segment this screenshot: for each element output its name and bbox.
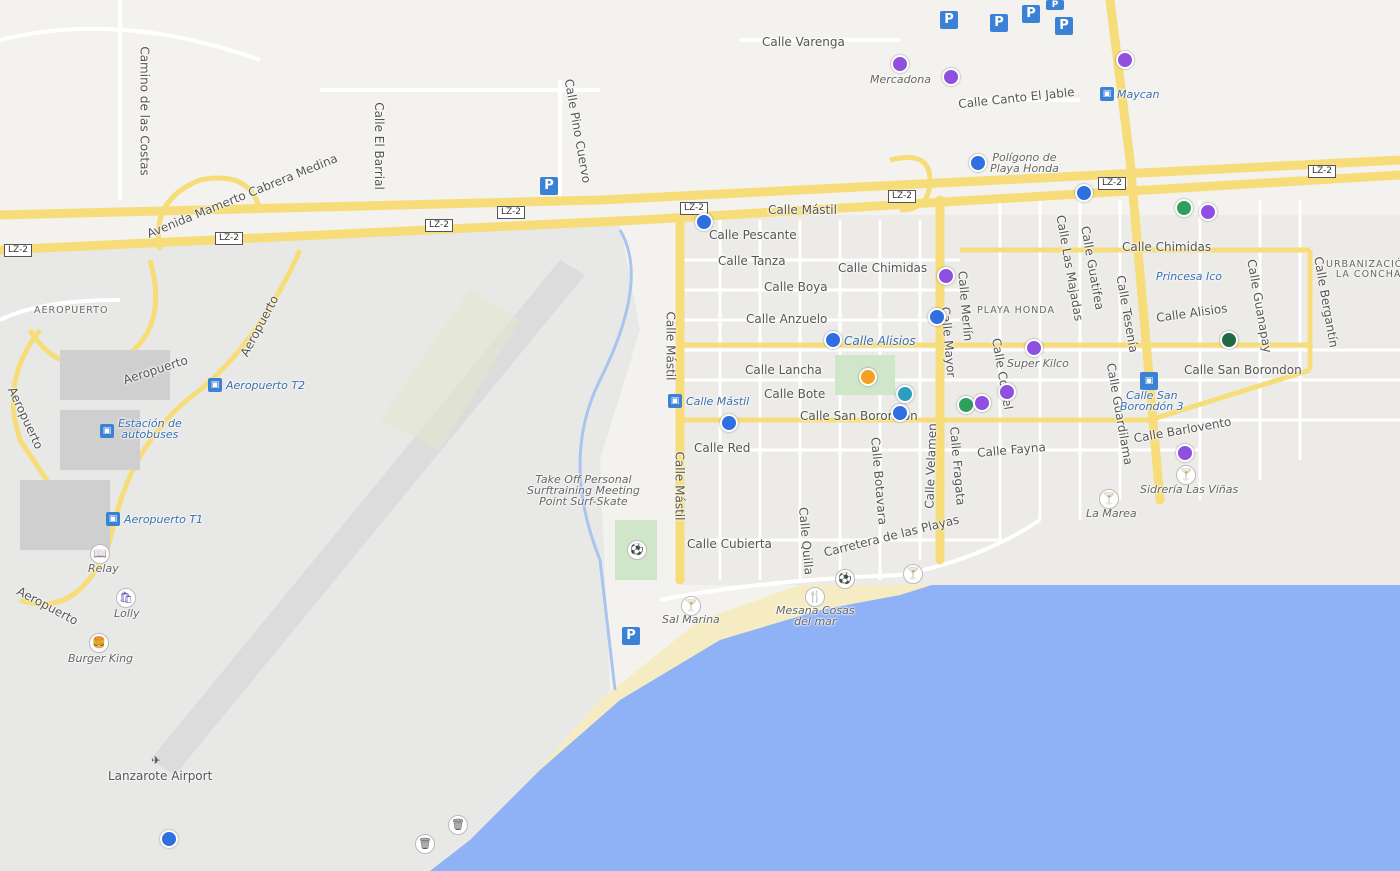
location-marker[interactable] — [859, 368, 877, 386]
bus-stop-icon[interactable]: ▣ — [668, 394, 682, 408]
location-marker[interactable] — [998, 383, 1016, 401]
street-label: Calle Lancha — [745, 363, 822, 377]
street-label: Calle Boya — [764, 280, 828, 294]
poi-label[interactable]: Mercadona — [870, 74, 931, 85]
waste-basket-icon[interactable]: 🗑 — [415, 834, 435, 854]
location-marker[interactable] — [1025, 339, 1043, 357]
location-marker[interactable] — [928, 308, 946, 326]
street-label: Calle Varenga — [762, 35, 845, 49]
bus-stop-icon[interactable]: ▣ — [208, 378, 222, 392]
bar-icon[interactable]: 🍸 — [1099, 489, 1119, 509]
parking-icon[interactable]: P — [1022, 5, 1040, 23]
road-shield: LZ-2 — [497, 206, 525, 219]
parking-icon[interactable]: P — [940, 11, 958, 29]
poi-label[interactable]: La Marea — [1086, 508, 1137, 519]
location-marker[interactable] — [942, 68, 960, 86]
road-shield: LZ-2 — [425, 219, 453, 232]
street-label: Calle Chimidas — [1122, 240, 1212, 254]
bus-stop-icon[interactable]: ▣ — [100, 424, 114, 438]
parking-icon[interactable]: P — [540, 177, 558, 195]
parking-icon[interactable]: P — [1055, 17, 1073, 35]
waste-basket-icon[interactable]: 🗑 — [448, 815, 468, 835]
location-marker[interactable] — [973, 394, 991, 412]
road-shield: LZ-2 — [888, 190, 916, 203]
bar-icon[interactable]: 🍸 — [681, 596, 701, 616]
area-label: AEROPUERTO — [34, 305, 109, 316]
location-marker[interactable] — [891, 404, 909, 422]
location-marker[interactable] — [1199, 203, 1217, 221]
street-label: Camino de las Costas — [137, 46, 152, 176]
street-label: Calle Mástil — [768, 203, 837, 217]
poi-label[interactable]: Sidrería Las Viñas — [1140, 484, 1238, 495]
bus-stop-icon[interactable]: ▣ — [106, 512, 120, 526]
street-label: Calle Cubierta — [687, 537, 772, 551]
transit-label: Aeropuerto T2 — [226, 379, 306, 392]
map-canvas[interactable]: LZ-2 LZ-2 LZ-2 LZ-2 LZ-2 LZ-2 LZ-2 LZ-2 … — [0, 0, 1400, 871]
location-marker[interactable] — [891, 55, 909, 73]
street-label: Calle Bote — [764, 387, 826, 401]
restaurant-icon[interactable]: 🍴 — [805, 587, 825, 607]
poi-label[interactable]: Super Kilco — [1007, 358, 1069, 369]
bar-icon[interactable]: 🍸 — [903, 564, 923, 584]
street-label: Calle Red — [694, 441, 751, 455]
location-marker[interactable] — [160, 830, 178, 848]
parking-icon[interactable]: P — [622, 627, 640, 645]
street-label: Calle El Barrial — [371, 102, 386, 190]
street-label: Calle Pescante — [709, 228, 797, 242]
poi-label[interactable]: Lanzarote Airport — [108, 770, 212, 782]
street-label: Calle Chimidas — [838, 261, 928, 275]
bus-stop-icon[interactable]: ▣ — [1100, 87, 1114, 101]
street-label: Calle Mástil — [663, 311, 678, 381]
bus-stop-icon[interactable]: ▣ — [1140, 372, 1158, 390]
location-marker[interactable] — [896, 385, 914, 403]
transit-label: Calle Mástil — [686, 395, 750, 408]
book-icon[interactable]: 📖 — [90, 544, 110, 564]
location-marker[interactable] — [1175, 199, 1193, 217]
street-label: Calle Tanza — [718, 254, 786, 268]
poi-label[interactable]: Lolly — [114, 608, 139, 619]
location-marker[interactable] — [695, 213, 713, 231]
area-label: PLAYA HONDA — [977, 305, 1055, 316]
street-label: Calle Alisios — [844, 334, 916, 348]
location-marker[interactable] — [937, 267, 955, 285]
location-marker[interactable] — [720, 414, 738, 432]
parking-icon[interactable]: P — [1046, 0, 1064, 10]
poi-label[interactable]: Take Off Personal Surftraining Meeting P… — [527, 474, 640, 507]
street-label: Calle Anzuelo — [746, 312, 828, 326]
street-label: Calle San Borondon — [1184, 363, 1302, 377]
poi-label[interactable]: Polígono de Playa Honda — [990, 152, 1059, 174]
sports-icon[interactable]: ⚽ — [835, 569, 855, 589]
location-marker[interactable] — [1075, 184, 1093, 202]
location-marker[interactable] — [969, 154, 987, 172]
poi-label[interactable]: Mesana Cosas del mar — [776, 605, 855, 627]
transit-label: Calle San Borondón 3 — [1120, 389, 1184, 413]
road-shield: LZ-2 — [1098, 177, 1126, 190]
location-marker[interactable] — [1220, 331, 1238, 349]
bar-icon[interactable]: 🍸 — [1176, 465, 1196, 485]
transit-label: Estación de autobuses — [118, 417, 182, 441]
location-marker[interactable] — [1116, 51, 1134, 69]
poi-label[interactable]: Burger King — [68, 653, 133, 664]
poi-label[interactable]: Princesa Ico — [1156, 271, 1222, 282]
road-shield: LZ-2 — [1308, 165, 1336, 178]
street-label: Calle Mástil — [672, 451, 687, 521]
transit-label: Aeropuerto T1 — [124, 513, 204, 526]
street-label: Calle Velamen — [922, 422, 940, 510]
location-marker[interactable] — [1176, 444, 1194, 462]
poi-label[interactable]: Relay — [88, 563, 119, 574]
parking-icon[interactable]: P — [990, 14, 1008, 32]
road-shield: LZ-2 — [215, 232, 243, 245]
burger-icon[interactable]: 🍔 — [89, 633, 109, 653]
airport-icon[interactable]: ✈ — [147, 752, 165, 770]
road-shield: LZ-2 — [4, 244, 32, 257]
shopping-icon[interactable]: 🛍 — [116, 588, 136, 608]
transit-label: Maycan — [1117, 88, 1160, 101]
sports-icon[interactable]: ⚽ — [627, 540, 647, 560]
area-label: URBANIZACIÓN LA CONCHA — [1326, 259, 1400, 280]
location-marker[interactable] — [824, 331, 842, 349]
